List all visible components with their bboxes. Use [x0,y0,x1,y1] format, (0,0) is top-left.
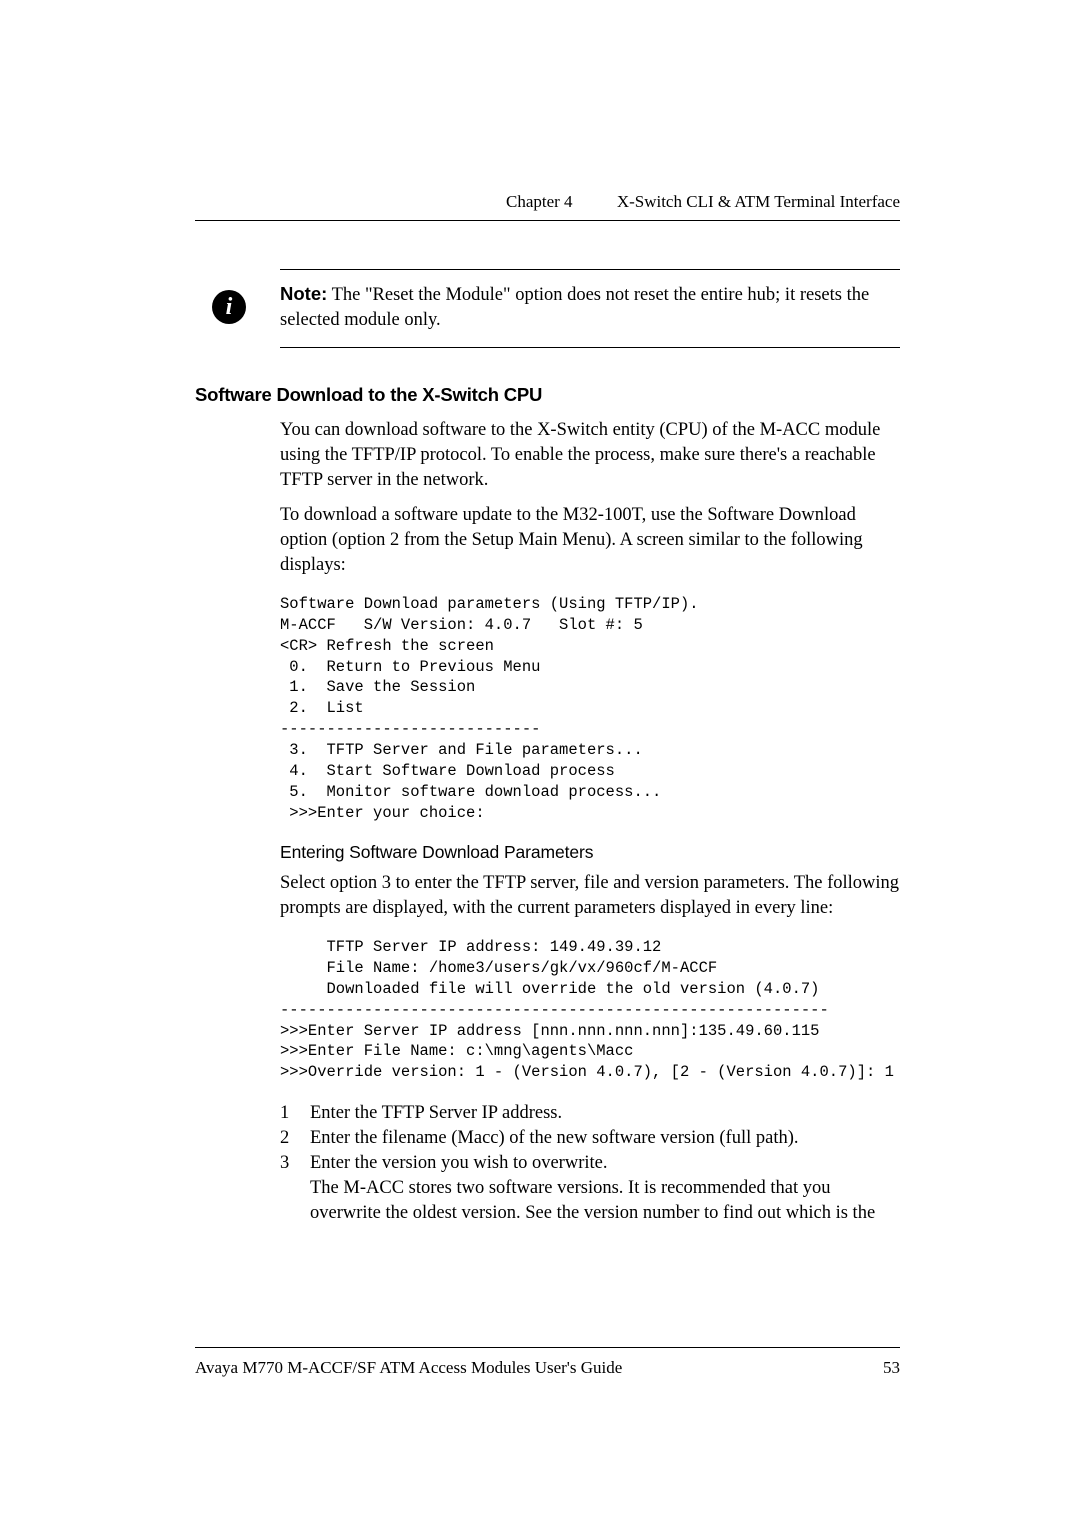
page-header: Chapter 4 X-Switch CLI & ATM Terminal In… [195,192,900,221]
list-number: 3 [280,1151,310,1176]
note-content: Note: The "Reset the Module" option does… [280,282,900,333]
code-block: Software Download parameters (Using TFTP… [280,594,900,824]
body-paragraph: To download a software update to the M32… [280,503,900,578]
list-text: Enter the filename (Macc) of the new sof… [310,1126,900,1151]
chapter-label: Chapter 4 [506,192,573,211]
body-paragraph: You can download software to the X-Switc… [280,418,900,493]
note-text: The "Reset the Module" option does not r… [280,285,869,330]
page-number: 53 [883,1358,900,1378]
list-text: The M-ACC stores two software versions. … [310,1176,900,1226]
ordered-list: 1 Enter the TFTP Server IP address. 2 En… [280,1101,900,1226]
footer-left: Avaya M770 M-ACCF/SF ATM Access Modules … [195,1358,622,1378]
list-item: 1 Enter the TFTP Server IP address. [280,1101,900,1126]
list-item: The M-ACC stores two software versions. … [280,1176,900,1226]
section-heading: Software Download to the X-Switch CPU [195,384,900,406]
sub-heading: Entering Software Download Parameters [280,842,900,863]
list-number: 2 [280,1126,310,1151]
footer-line: Avaya M770 M-ACCF/SF ATM Access Modules … [195,1358,900,1378]
list-item: 3 Enter the version you wish to overwrit… [280,1151,900,1176]
list-number: 1 [280,1101,310,1126]
list-number [280,1176,310,1226]
body-paragraph: Select option 3 to enter the TFTP server… [280,871,900,921]
list-text: Enter the version you wish to overwrite. [310,1151,900,1176]
list-text: Enter the TFTP Server IP address. [310,1101,900,1126]
info-icon: i [212,290,246,324]
note-block: i Note: The "Reset the Module" option do… [280,269,900,348]
list-item: 2 Enter the filename (Macc) of the new s… [280,1126,900,1151]
code-block: TFTP Server IP address: 149.49.39.12 Fil… [280,937,900,1083]
header-divider [195,220,900,221]
page-footer: Avaya M770 M-ACCF/SF ATM Access Modules … [195,1347,900,1378]
note-label: Note: [280,283,327,304]
chapter-title: X-Switch CLI & ATM Terminal Interface [617,192,900,211]
footer-divider [195,1347,900,1348]
